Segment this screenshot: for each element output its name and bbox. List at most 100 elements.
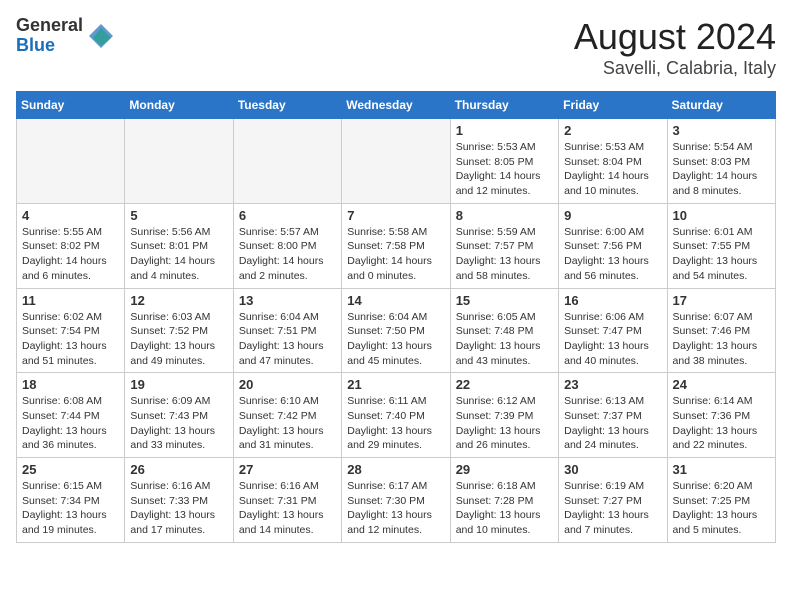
calendar-cell: 10Sunrise: 6:01 AMSunset: 7:55 PMDayligh… [667, 203, 775, 288]
day-number: 5 [130, 208, 227, 223]
calendar-cell: 30 Sunrise: 6:19 AMSunset: 7:27 PMDayligh… [559, 458, 667, 543]
day-info: Sunrise: 5:57 AMSunset: 8:00 PMDaylight:… [239, 225, 336, 284]
day-header-saturday: Saturday [667, 92, 775, 119]
day-info: Sunrise: 6:13 AMSunset: 7:37 PMDaylight:… [564, 394, 661, 453]
day-header-sunday: Sunday [17, 92, 125, 119]
calendar-cell: 8 Sunrise: 5:59 AMSunset: 7:57 PMDaylight… [450, 203, 558, 288]
day-info: Sunrise: 5:53 AMSunset: 8:05 PMDaylight:… [456, 140, 553, 199]
calendar-cell: 3Sunrise: 5:54 AMSunset: 8:03 PMDaylight… [667, 119, 775, 204]
day-number: 6 [239, 208, 336, 223]
day-number: 10 [673, 208, 770, 223]
day-info: Sunrise: 6:14 AMSunset: 7:36 PMDaylight:… [673, 394, 770, 453]
day-info: Sunrise: 6:12 AMSunset: 7:39 PMDaylight:… [456, 394, 553, 453]
day-number: 4 [22, 208, 119, 223]
day-number: 12 [130, 293, 227, 308]
day-info: Sunrise: 5:55 AMSunset: 8:02 PMDaylight:… [22, 225, 119, 284]
day-number: 8 [456, 208, 553, 223]
day-header-friday: Friday [559, 92, 667, 119]
day-info: Sunrise: 6:15 AMSunset: 7:34 PMDaylight:… [22, 479, 119, 538]
calendar-cell: 19 Sunrise: 6:09 AMSunset: 7:43 PMDayligh… [125, 373, 233, 458]
calendar-cell: 28 Sunrise: 6:17 AMSunset: 7:30 PMDayligh… [342, 458, 450, 543]
day-number: 31 [673, 462, 770, 477]
day-info: Sunrise: 6:20 AMSunset: 7:25 PMDaylight:… [673, 479, 770, 538]
day-info: Sunrise: 5:56 AMSunset: 8:01 PMDaylight:… [130, 225, 227, 284]
day-info: Sunrise: 6:02 AMSunset: 7:54 PMDaylight:… [22, 310, 119, 369]
day-info: Sunrise: 6:19 AMSunset: 7:27 PMDaylight:… [564, 479, 661, 538]
calendar-table: SundayMondayTuesdayWednesdayThursdayFrid… [16, 91, 776, 543]
day-number: 28 [347, 462, 444, 477]
calendar-cell [17, 119, 125, 204]
day-info: Sunrise: 6:16 AMSunset: 7:31 PMDaylight:… [239, 479, 336, 538]
day-info: Sunrise: 6:04 AMSunset: 7:50 PMDaylight:… [347, 310, 444, 369]
day-header-wednesday: Wednesday [342, 92, 450, 119]
day-number: 17 [673, 293, 770, 308]
calendar-cell: 16Sunrise: 6:06 AMSunset: 7:47 PMDayligh… [559, 288, 667, 373]
day-number: 25 [22, 462, 119, 477]
day-number: 13 [239, 293, 336, 308]
calendar-cell: 23 Sunrise: 6:13 AMSunset: 7:37 PMDayligh… [559, 373, 667, 458]
day-info: Sunrise: 6:06 AMSunset: 7:47 PMDaylight:… [564, 310, 661, 369]
day-number: 19 [130, 377, 227, 392]
calendar-cell: 14Sunrise: 6:04 AMSunset: 7:50 PMDayligh… [342, 288, 450, 373]
calendar-cell: 25 Sunrise: 6:15 AMSunset: 7:34 PMDayligh… [17, 458, 125, 543]
day-number: 1 [456, 123, 553, 138]
calendar-cell: 6 Sunrise: 5:57 AMSunset: 8:00 PMDaylight… [233, 203, 341, 288]
calendar-cell: 9 Sunrise: 6:00 AMSunset: 7:56 PMDaylight… [559, 203, 667, 288]
day-number: 18 [22, 377, 119, 392]
calendar-cell: 1 Sunrise: 5:53 AMSunset: 8:05 PMDaylight… [450, 119, 558, 204]
day-header-thursday: Thursday [450, 92, 558, 119]
calendar-cell: 7 Sunrise: 5:58 AMSunset: 7:58 PMDaylight… [342, 203, 450, 288]
day-number: 22 [456, 377, 553, 392]
day-number: 26 [130, 462, 227, 477]
week-row-2: 4 Sunrise: 5:55 AMSunset: 8:02 PMDaylight… [17, 203, 776, 288]
logo-general-text: General [16, 16, 83, 36]
day-info: Sunrise: 6:03 AMSunset: 7:52 PMDaylight:… [130, 310, 227, 369]
day-info: Sunrise: 6:17 AMSunset: 7:30 PMDaylight:… [347, 479, 444, 538]
day-info: Sunrise: 6:00 AMSunset: 7:56 PMDaylight:… [564, 225, 661, 284]
calendar-cell: 24 Sunrise: 6:14 AMSunset: 7:36 PMDayligh… [667, 373, 775, 458]
week-row-3: 11 Sunrise: 6:02 AMSunset: 7:54 PMDayligh… [17, 288, 776, 373]
day-number: 7 [347, 208, 444, 223]
day-info: Sunrise: 6:09 AMSunset: 7:43 PMDaylight:… [130, 394, 227, 453]
day-number: 23 [564, 377, 661, 392]
day-info: Sunrise: 5:54 AMSunset: 8:03 PMDaylight:… [673, 140, 770, 199]
calendar-cell: 26 Sunrise: 6:16 AMSunset: 7:33 PMDayligh… [125, 458, 233, 543]
calendar-cell: 21Sunrise: 6:11 AMSunset: 7:40 PMDayligh… [342, 373, 450, 458]
calendar-cell: 12 Sunrise: 6:03 AMSunset: 7:52 PMDayligh… [125, 288, 233, 373]
logo-icon [87, 22, 115, 50]
day-info: Sunrise: 6:18 AMSunset: 7:28 PMDaylight:… [456, 479, 553, 538]
logo-blue-text: Blue [16, 36, 83, 56]
calendar-cell [125, 119, 233, 204]
day-number: 9 [564, 208, 661, 223]
calendar-cell: 11 Sunrise: 6:02 AMSunset: 7:54 PMDayligh… [17, 288, 125, 373]
calendar-cell: 27 Sunrise: 6:16 AMSunset: 7:31 PMDayligh… [233, 458, 341, 543]
calendar-cell: 15Sunrise: 6:05 AMSunset: 7:48 PMDayligh… [450, 288, 558, 373]
calendar-cell [342, 119, 450, 204]
calendar-cell: 29 Sunrise: 6:18 AMSunset: 7:28 PMDayligh… [450, 458, 558, 543]
month-year-title: August 2024 [574, 16, 776, 58]
calendar-cell: 17Sunrise: 6:07 AMSunset: 7:46 PMDayligh… [667, 288, 775, 373]
location-subtitle: Savelli, Calabria, Italy [574, 58, 776, 79]
day-info: Sunrise: 6:05 AMSunset: 7:48 PMDaylight:… [456, 310, 553, 369]
day-info: Sunrise: 6:10 AMSunset: 7:42 PMDaylight:… [239, 394, 336, 453]
day-header-monday: Monday [125, 92, 233, 119]
day-number: 24 [673, 377, 770, 392]
day-number: 20 [239, 377, 336, 392]
day-number: 27 [239, 462, 336, 477]
week-row-4: 18 Sunrise: 6:08 AMSunset: 7:44 PMDayligh… [17, 373, 776, 458]
page-header: General Blue August 2024 Savelli, Calabr… [16, 16, 776, 79]
day-info: Sunrise: 6:08 AMSunset: 7:44 PMDaylight:… [22, 394, 119, 453]
week-row-1: 1 Sunrise: 5:53 AMSunset: 8:05 PMDaylight… [17, 119, 776, 204]
calendar-header-row: SundayMondayTuesdayWednesdayThursdayFrid… [17, 92, 776, 119]
day-number: 11 [22, 293, 119, 308]
calendar-cell: 18 Sunrise: 6:08 AMSunset: 7:44 PMDayligh… [17, 373, 125, 458]
calendar-cell: 20 Sunrise: 6:10 AMSunset: 7:42 PMDayligh… [233, 373, 341, 458]
day-number: 29 [456, 462, 553, 477]
day-number: 30 [564, 462, 661, 477]
calendar-cell: 2Sunrise: 5:53 AMSunset: 8:04 PMDaylight… [559, 119, 667, 204]
day-info: Sunrise: 5:58 AMSunset: 7:58 PMDaylight:… [347, 225, 444, 284]
day-number: 2 [564, 123, 661, 138]
day-info: Sunrise: 5:59 AMSunset: 7:57 PMDaylight:… [456, 225, 553, 284]
calendar-cell: 31 Sunrise: 6:20 AMSunset: 7:25 PMDayligh… [667, 458, 775, 543]
day-info: Sunrise: 6:16 AMSunset: 7:33 PMDaylight:… [130, 479, 227, 538]
